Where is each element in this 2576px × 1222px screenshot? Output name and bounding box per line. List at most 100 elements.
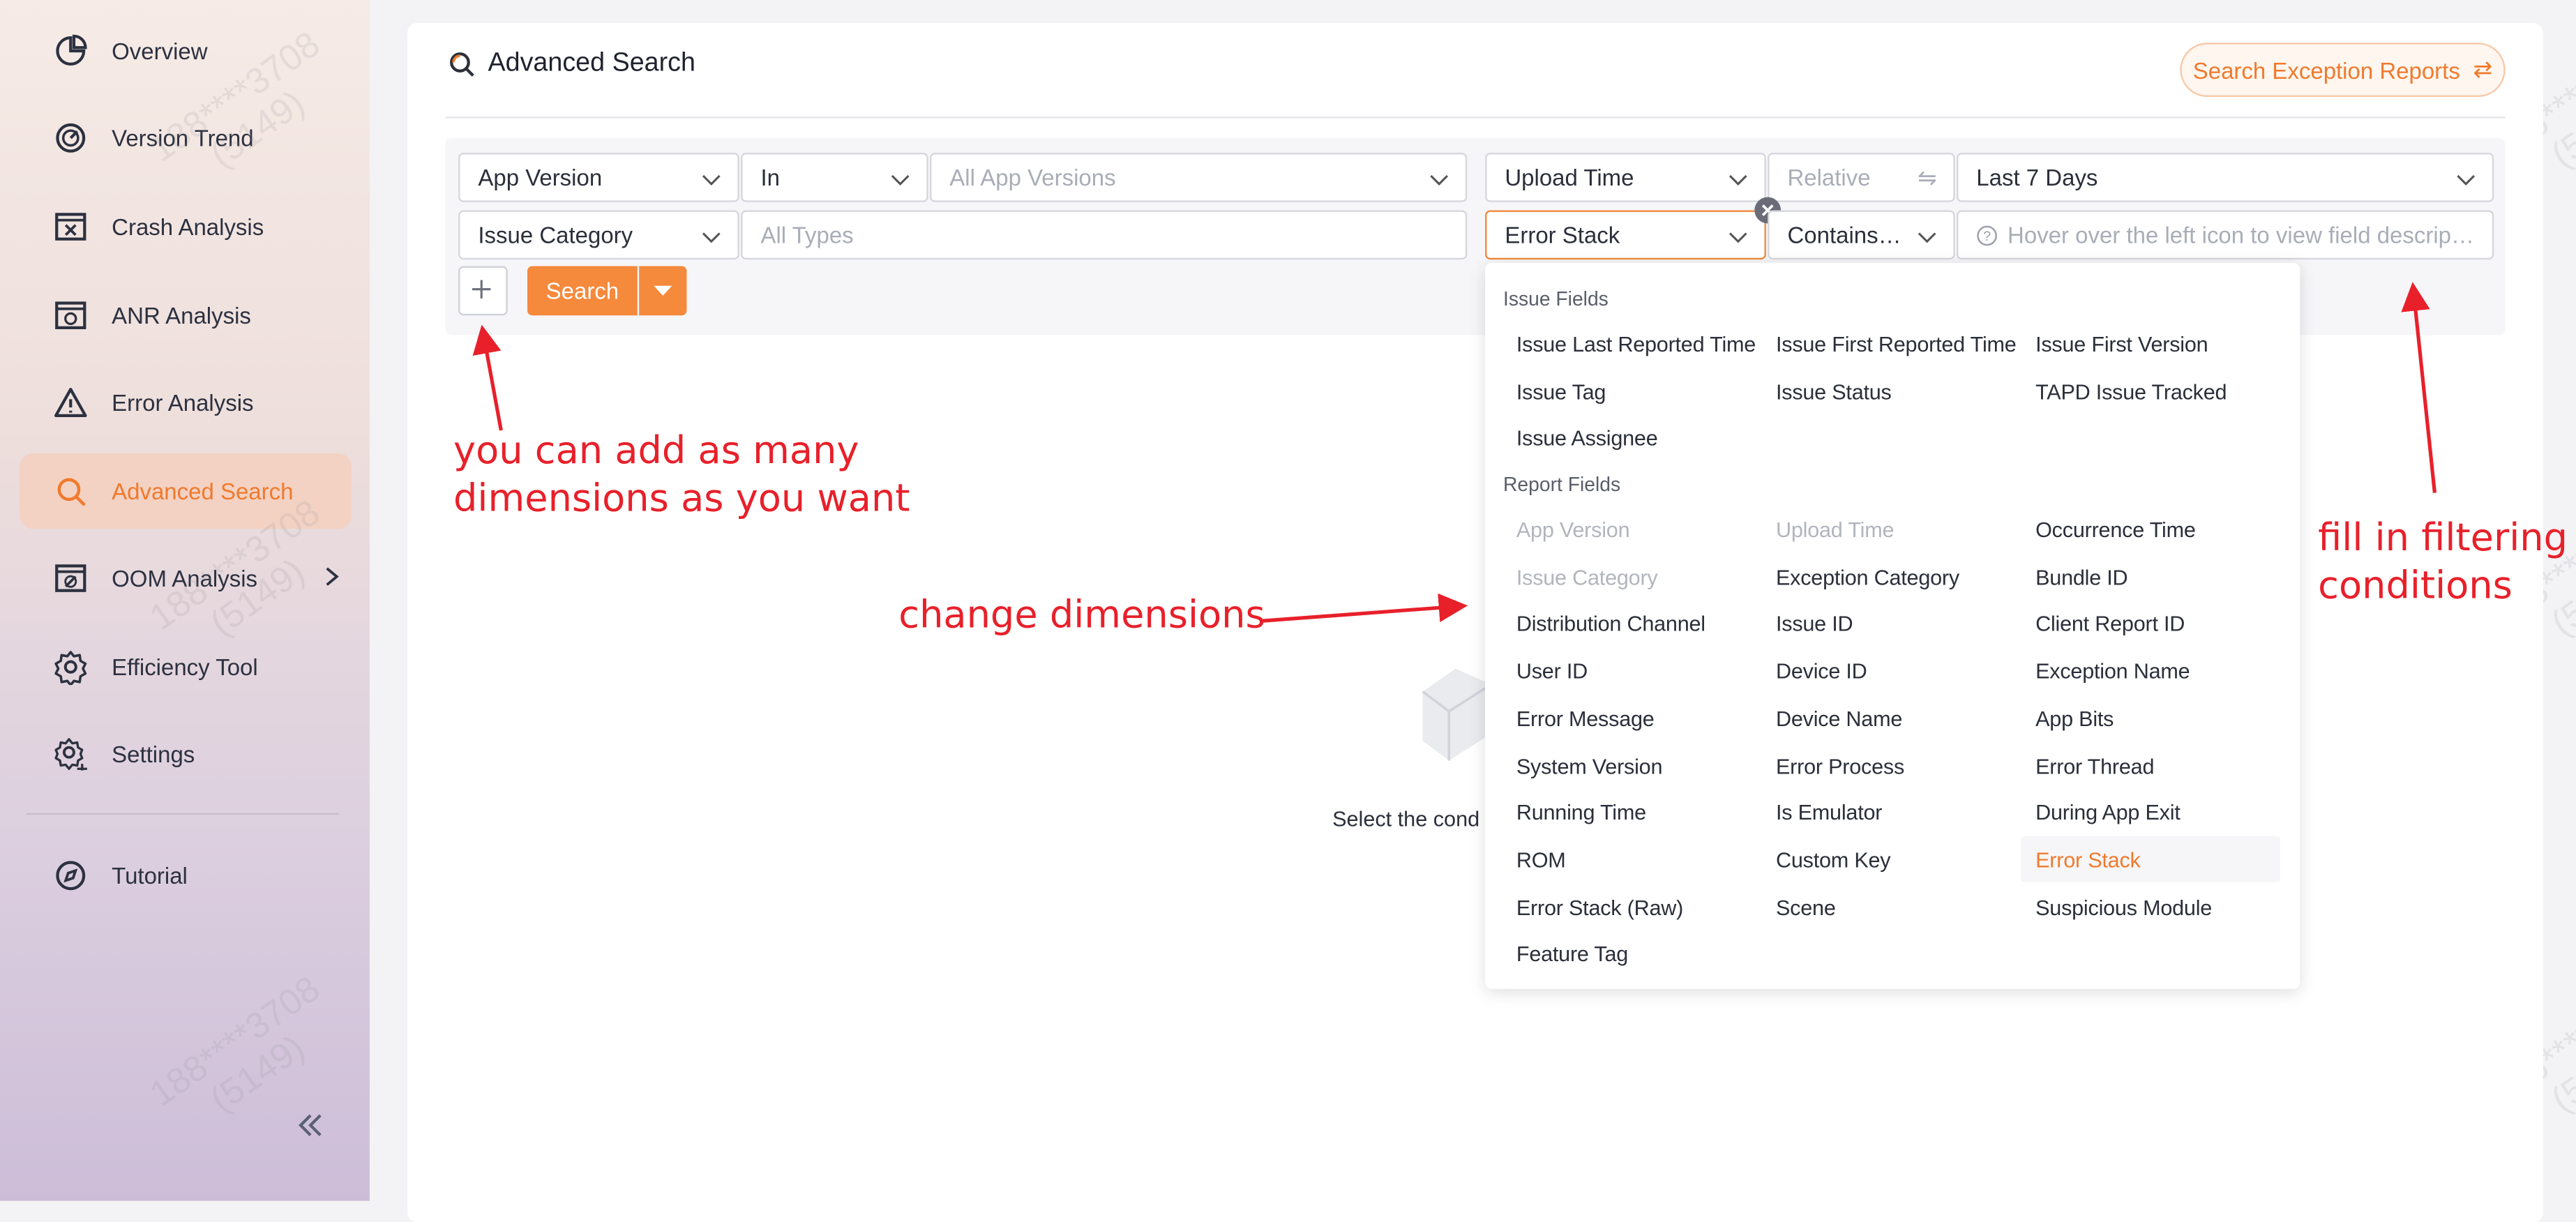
gear-icon (52, 649, 89, 686)
chevron-down-icon (891, 174, 910, 186)
sidebar-item-label: Tutorial (112, 862, 188, 889)
sidebar-item-tutorial[interactable]: Tutorial (20, 838, 352, 913)
field-option-exception-name[interactable]: Exception Name (2035, 659, 2190, 684)
field-option-issue-status[interactable]: Issue Status (1776, 379, 1892, 403)
field-option-during-app-exit[interactable]: During App Exit (2035, 800, 2180, 824)
warning-triangle-icon (52, 384, 89, 421)
help-circle-icon[interactable]: ? (1976, 224, 1998, 246)
field-option-upload-time[interactable]: Upload Time (1776, 518, 1895, 542)
sidebar-item-label: Overview (112, 38, 208, 64)
field-option-scene[interactable]: Scene (1776, 895, 1836, 919)
search-exception-reports-button[interactable]: Search Exception Reports ⇄ (2180, 43, 2506, 97)
settings-gear-icon (52, 736, 89, 772)
dimension-select-app-version[interactable]: App Version (458, 153, 739, 202)
issue-category-placeholder: All Types (760, 221, 854, 248)
field-option-device-id[interactable]: Device ID (1776, 659, 1867, 684)
page-title: Advanced Search (488, 49, 695, 77)
time-field-value: Upload Time (1505, 164, 1634, 191)
field-option-custom-key[interactable]: Custom Key (1776, 847, 1891, 872)
operator-value: Contains … (1787, 221, 1906, 248)
condition-value-input[interactable]: ? Hover over the left icon to view field… (1957, 210, 2494, 260)
operator-select-contains[interactable]: Contains … (1768, 210, 1955, 260)
field-option-device-name[interactable]: Device Name (1776, 706, 1902, 730)
annotation-add-dimensions: you can add as many dimensions as you wa… (453, 430, 910, 521)
search-exception-reports-label: Search Exception Reports (2192, 56, 2460, 83)
time-range-select[interactable]: Last 7 Days (1957, 153, 2494, 202)
field-option-system-version[interactable]: System Version (1516, 753, 1663, 778)
sidebar-item-label: Advanced Search (112, 478, 294, 505)
field-dropdown-menu: Issue Fields Issue Last Reported Time Iss… (1485, 262, 2300, 989)
dimension-select-issue-category[interactable]: Issue Category (458, 210, 739, 260)
pie-chart-icon (52, 33, 89, 69)
field-option-distribution-channel[interactable]: Distribution Channel (1516, 612, 1705, 636)
field-option-issue-tag[interactable]: Issue Tag (1516, 379, 1606, 403)
sidebar-item-settings[interactable]: Settings (20, 716, 352, 792)
advanced-search-icon (450, 52, 474, 77)
swap-icon[interactable]: ⇋ (1918, 165, 1937, 193)
sidebar-item-label: ANR Analysis (112, 302, 251, 329)
field-option-client-report-id[interactable]: Client Report ID (2035, 612, 2185, 636)
field-option-error-thread[interactable]: Error Thread (2035, 753, 2154, 778)
empty-state-text: Select the cond (1332, 806, 1480, 831)
field-option-running-time[interactable]: Running Time (1516, 800, 1646, 824)
field-option-issue-first-reported-time[interactable]: Issue First Reported Time (1776, 332, 2017, 356)
time-range-value: Last 7 Days (1976, 164, 2098, 191)
crash-window-icon (52, 209, 89, 245)
field-option-app-bits[interactable]: App Bits (2035, 706, 2114, 730)
page-header: Advanced Search (447, 50, 695, 79)
dimension-value: Issue Category (478, 221, 633, 248)
empty-box-illustration (1422, 668, 1486, 761)
advanced-search-icon (52, 473, 89, 509)
collapse-sidebar-icon[interactable] (296, 1110, 325, 1140)
issue-category-value-select[interactable]: All Types (741, 210, 1468, 260)
field-option-rom[interactable]: ROM (1516, 847, 1566, 872)
field-option-app-version[interactable]: App Version (1516, 518, 1630, 542)
field-option-is-emulator[interactable]: Is Emulator (1776, 800, 1883, 824)
switch-arrows-icon: ⇄ (2473, 56, 2493, 82)
field-option-bundle-id[interactable]: Bundle ID (2035, 564, 2128, 589)
field-option-issue-first-version[interactable]: Issue First Version (2035, 332, 2208, 356)
operator-value: In (760, 164, 780, 191)
chevron-down-icon (1918, 232, 1936, 243)
chevron-down-icon (1430, 174, 1449, 186)
dimension-value: App Version (478, 164, 603, 191)
field-value: Error Stack (1505, 221, 1620, 248)
issue-fields-group-label: Issue Fields (1503, 287, 1609, 311)
search-button[interactable]: Search (527, 266, 638, 316)
field-option-error-message[interactable]: Error Message (1516, 706, 1655, 730)
operator-select-in[interactable]: In (741, 153, 928, 202)
sidebar-item-crash-analysis[interactable]: Crash Analysis (20, 189, 352, 264)
plus-icon (472, 280, 491, 299)
field-option-tapd-issue-tracked[interactable]: TAPD Issue Tracked (2035, 379, 2227, 403)
field-select-error-stack[interactable]: Error Stack (1485, 210, 1766, 260)
field-option-error-stack-raw[interactable]: Error Stack (Raw) (1516, 895, 1684, 919)
field-option-issue-last-reported-time[interactable]: Issue Last Reported Time (1516, 332, 1756, 356)
sidebar-divider (26, 813, 339, 815)
field-option-occurrence-time[interactable]: Occurrence Time (2035, 518, 2196, 542)
sidebar-item-label: Settings (112, 741, 195, 767)
field-option-feature-tag[interactable]: Feature Tag (1516, 942, 1628, 966)
field-option-issue-id[interactable]: Issue ID (1776, 612, 1853, 636)
field-option-issue-assignee[interactable]: Issue Assignee (1516, 426, 1658, 451)
time-mode-toggle[interactable]: Relative ⇋ (1768, 153, 1955, 202)
field-option-issue-category[interactable]: Issue Category (1516, 564, 1658, 589)
add-dimension-button[interactable] (458, 266, 508, 316)
field-option-exception-category[interactable]: Exception Category (1776, 564, 1959, 589)
chevron-down-icon (702, 174, 721, 186)
sidebar-item-error-analysis[interactable]: Error Analysis (20, 365, 352, 440)
sidebar-item-label: Error Analysis (112, 389, 254, 416)
chevron-down-icon (1728, 174, 1747, 186)
field-option-error-stack[interactable]: Error Stack (2035, 847, 2141, 872)
condition-value-placeholder: Hover over the left icon to view field d… (2008, 221, 2474, 248)
field-option-suspicious-module[interactable]: Suspicious Module (2035, 895, 2212, 919)
field-option-user-id[interactable]: User ID (1516, 659, 1588, 684)
chevron-down-icon (702, 232, 721, 243)
time-field-select[interactable]: Upload Time (1485, 153, 1766, 202)
field-option-error-process[interactable]: Error Process (1776, 753, 1904, 778)
sidebar-item-anr-analysis[interactable]: ANR Analysis (20, 278, 352, 353)
report-fields-group-label: Report Fields (1503, 473, 1621, 497)
search-options-button[interactable] (639, 266, 687, 316)
app-version-placeholder: All App Versions (949, 164, 1116, 191)
app-version-value-select[interactable]: All App Versions (930, 153, 1468, 202)
chevron-down-icon (1728, 232, 1747, 243)
